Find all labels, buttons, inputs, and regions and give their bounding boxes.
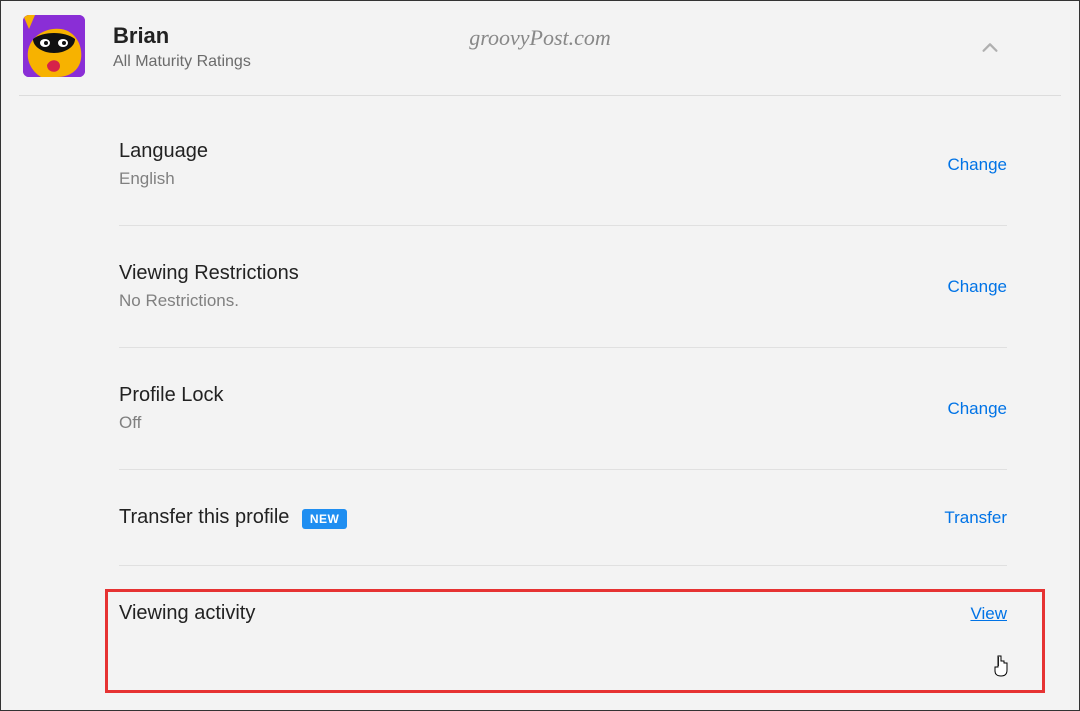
settings-list: Language English Change Viewing Restrict… — [119, 96, 1007, 661]
row-title: Viewing activity — [119, 602, 255, 625]
change-lock-link[interactable]: Change — [947, 399, 1007, 419]
profile-subtitle: All Maturity Ratings — [113, 53, 251, 71]
row-viewing-restrictions: Viewing Restrictions No Restrictions. Ch… — [119, 226, 1007, 348]
row-transfer-profile: Transfer this profile NEW Transfer — [119, 470, 1007, 566]
row-title: Profile Lock — [119, 384, 224, 407]
row-language: Language English Change — [119, 96, 1007, 226]
avatar — [23, 15, 85, 77]
change-restrictions-link[interactable]: Change — [947, 277, 1007, 297]
row-value: English — [119, 169, 208, 189]
row-value: No Restrictions. — [119, 291, 299, 311]
new-badge: NEW — [302, 509, 348, 529]
row-title: Transfer this profile — [119, 506, 289, 528]
change-language-link[interactable]: Change — [947, 155, 1007, 175]
row-title: Language — [119, 140, 208, 163]
row-value: Off — [119, 413, 224, 433]
row-profile-lock: Profile Lock Off Change — [119, 348, 1007, 470]
row-viewing-activity: Viewing activity View — [119, 566, 1007, 661]
view-activity-link[interactable]: View — [970, 604, 1007, 624]
profile-name: Brian — [113, 23, 251, 49]
profile-header[interactable]: Brian All Maturity Ratings — [1, 1, 1079, 95]
row-title: Viewing Restrictions — [119, 262, 299, 285]
chevron-up-icon[interactable] — [979, 37, 1001, 64]
transfer-link[interactable]: Transfer — [944, 508, 1007, 528]
